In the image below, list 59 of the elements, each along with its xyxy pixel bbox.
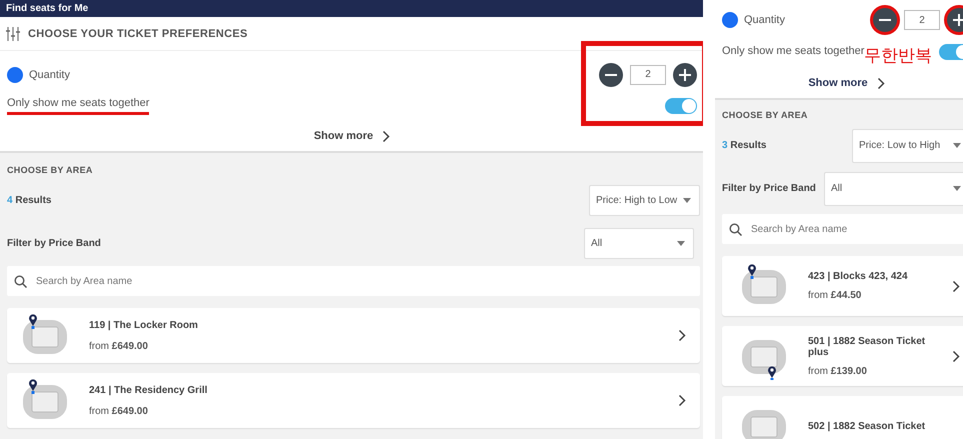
search-icon (729, 223, 742, 236)
caret-icon (683, 198, 691, 203)
area-card[interactable]: 501 | 1882 Season Ticket plus from £139.00 (722, 326, 963, 386)
seats-together-label: Only show me seats together (722, 44, 864, 58)
sliders-icon (6, 26, 20, 40)
area-title-text: 241 | The Residency Grill (89, 384, 208, 396)
plus-button[interactable] (673, 62, 697, 86)
area-card[interactable]: 502 | 1882 Season Ticket (722, 396, 963, 439)
annotation-text: 무한반복 (864, 45, 932, 67)
section-title: CHOOSE YOUR TICKET PREFERENCES (28, 28, 248, 40)
minus-button[interactable] (599, 62, 623, 86)
area-card[interactable]: 119 | The Locker Room from £649.00 (7, 308, 700, 363)
price-text: from £649.00 (89, 340, 149, 352)
area-title-text: 119 | The Locker Room (89, 320, 199, 330)
caret-icon (953, 143, 961, 148)
price-band-dropdown[interactable]: All (584, 228, 694, 259)
price-text: from £649.00 (89, 406, 149, 416)
chevron-right-icon (952, 280, 960, 292)
seats-together-toggle[interactable] (665, 98, 697, 114)
search-field[interactable]: Search by Area name (7, 266, 700, 296)
seats-together-label: Only show me seats together (7, 96, 150, 114)
price-text: from £139.00 (808, 366, 868, 376)
minus-button[interactable] (873, 8, 897, 32)
section-title: CHOOSE BY AREA (722, 110, 809, 120)
filter-label: Filter by Price Band (7, 238, 101, 249)
filter-label: Filter by Price Band (722, 183, 816, 194)
chevron-right-icon (876, 76, 885, 90)
results-count: 4 Results (7, 195, 52, 206)
area-title-text: 423 | Blocks 423, 424 (808, 271, 909, 282)
chevron-right-icon (678, 394, 686, 407)
sort-dropdown[interactable]: Price: High to Low (589, 185, 700, 216)
quantity-field[interactable]: 2 (904, 10, 940, 30)
chevron-right-icon (382, 130, 390, 142)
sort-dropdown[interactable]: Price: Low to High (852, 128, 963, 162)
section-title: CHOOSE BY AREA (7, 165, 94, 175)
dot-icon (7, 66, 23, 82)
dot-icon (722, 12, 738, 28)
results-count: 3 Results (722, 140, 766, 151)
price-text: from £44.50 (808, 290, 862, 301)
area-card[interactable]: 423 | Blocks 423, 424 from £44.50 (722, 256, 963, 316)
show-more-button[interactable]: Show more (314, 130, 390, 142)
quantity-label: Quantity (744, 14, 785, 26)
area-title-text: 502 | 1882 Season Ticket (808, 420, 926, 432)
caret-icon (953, 186, 961, 191)
area-title-text: 501 | 1882 Season Ticket plus (808, 336, 926, 358)
page-header: Find seats for Me (0, 0, 703, 17)
quantity-label: Quantity (29, 68, 70, 80)
show-more-button[interactable]: Show more (808, 76, 885, 90)
chevron-right-icon (678, 329, 686, 342)
search-field[interactable]: Search by Area name (722, 214, 963, 244)
plus-icon (679, 68, 691, 80)
area-card[interactable]: 241 | The Residency Grill from £649.00 (7, 373, 700, 428)
search-icon (14, 275, 27, 288)
caret-icon (677, 241, 685, 246)
price-band-dropdown[interactable]: All (824, 172, 963, 206)
plus-icon (953, 14, 963, 26)
chevron-right-icon (952, 350, 960, 362)
quantity-field[interactable]: 2 (630, 64, 666, 84)
seats-together-toggle[interactable] (939, 44, 963, 60)
